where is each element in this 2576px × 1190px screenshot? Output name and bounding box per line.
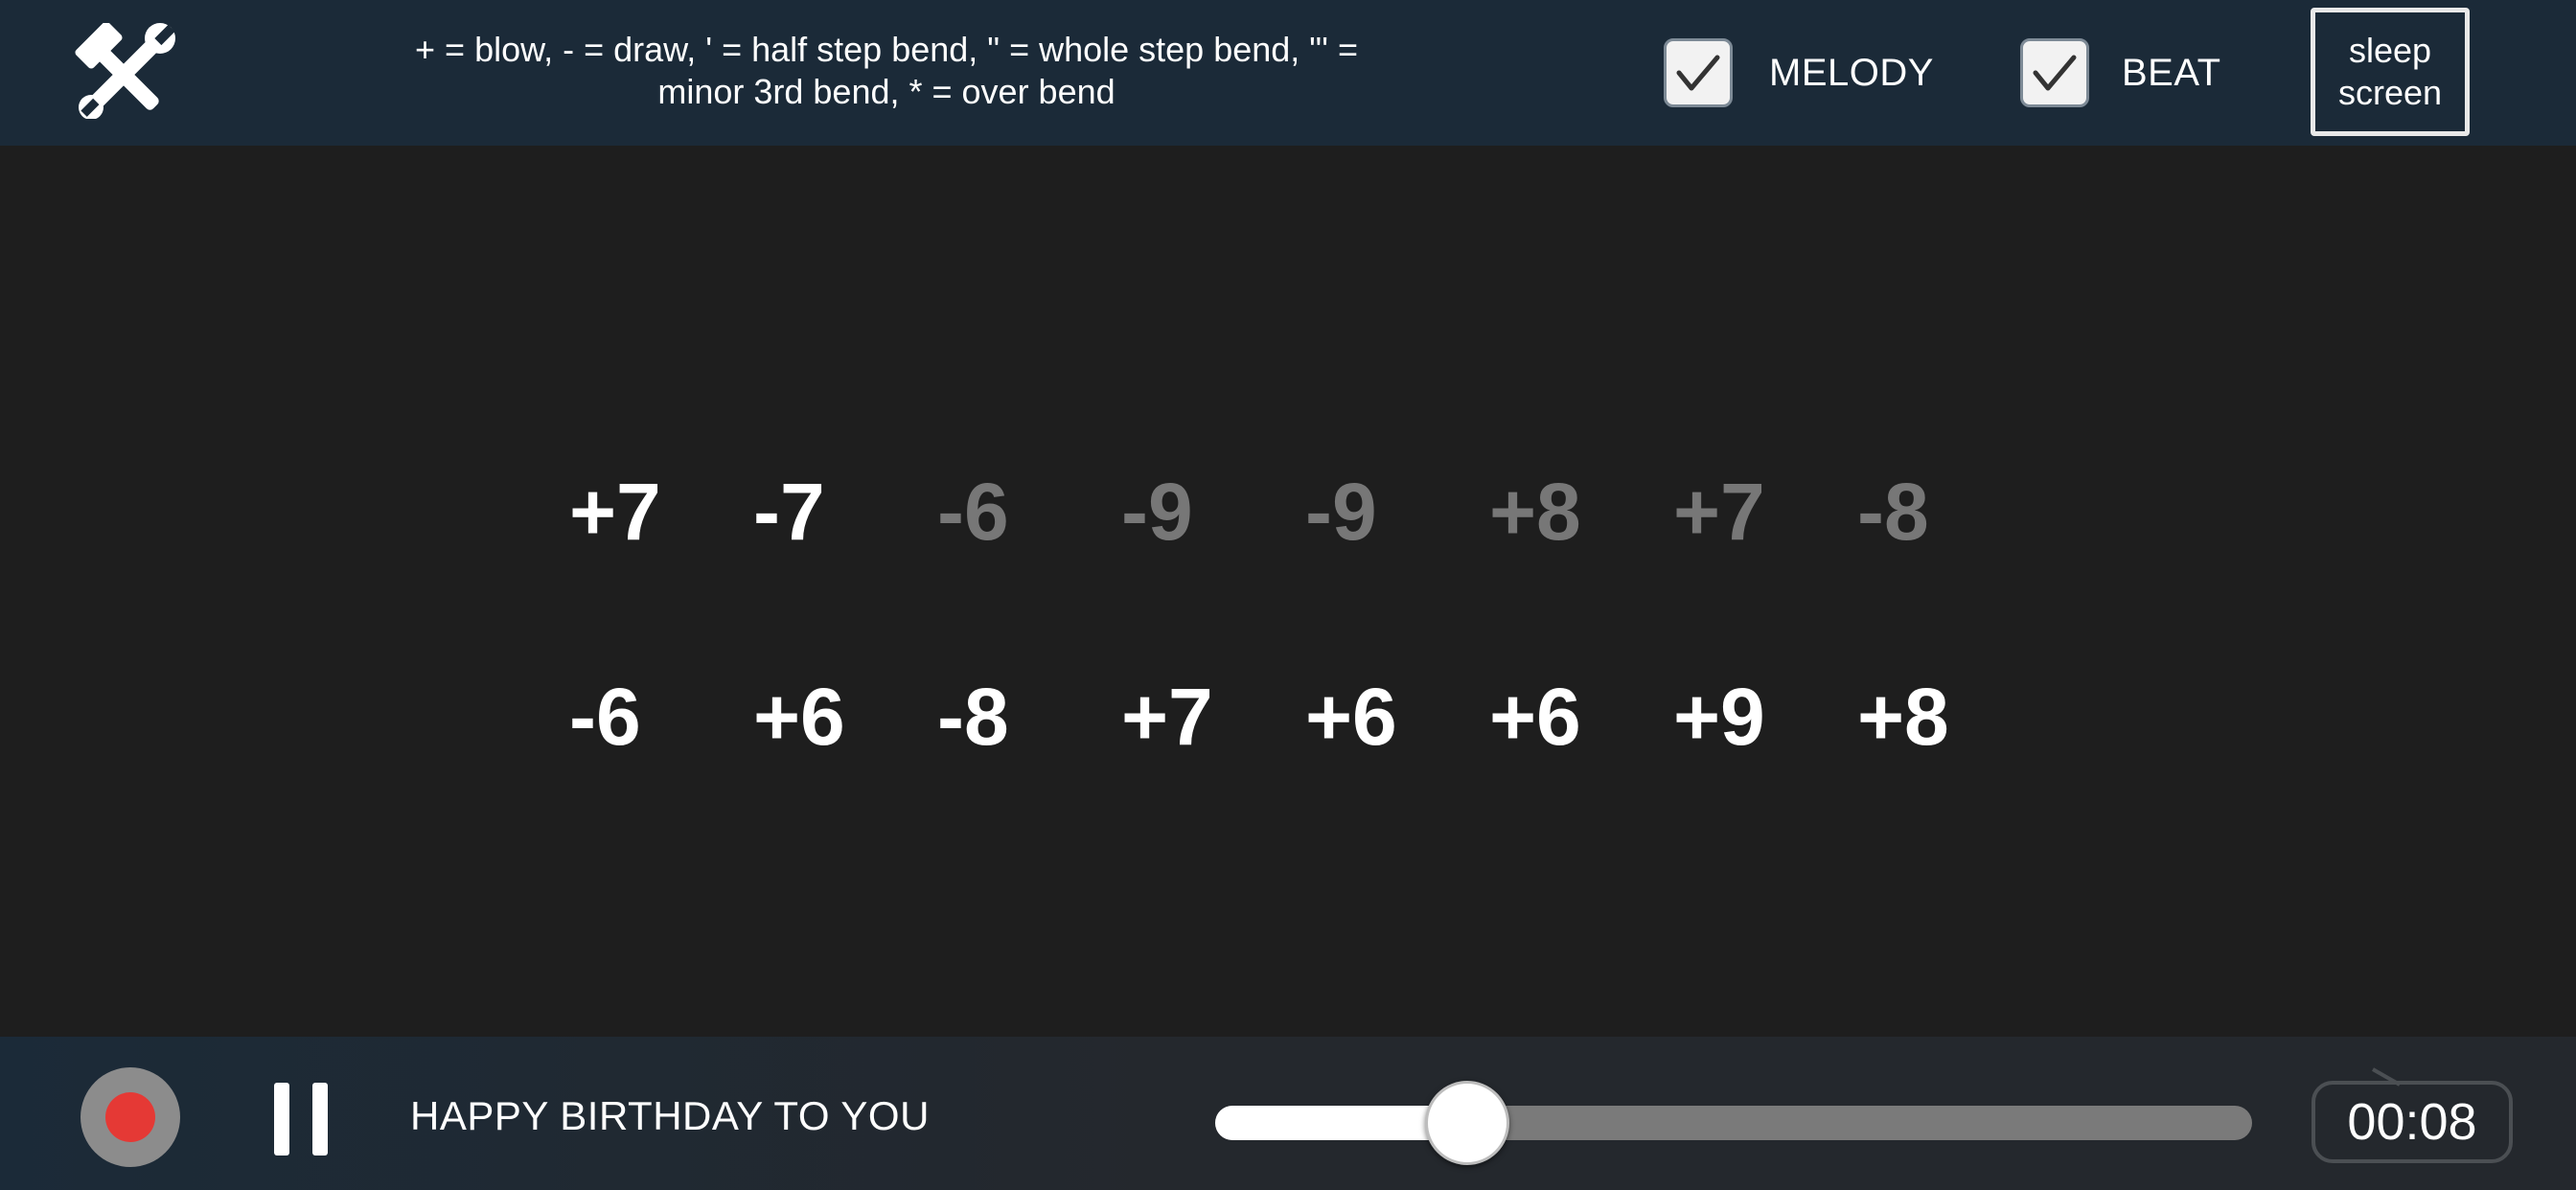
progress-slider[interactable] xyxy=(1215,1081,2252,1165)
melody-toggle[interactable]: MELODY xyxy=(1664,34,1934,111)
pause-button[interactable] xyxy=(274,1083,328,1156)
checkmark-icon xyxy=(2033,55,2077,91)
song-title: HAPPY BIRTHDAY TO YOU xyxy=(410,1093,930,1138)
record-icon xyxy=(105,1092,155,1142)
checkmark-icon xyxy=(1676,55,1720,91)
hammer-wrench-icon xyxy=(75,23,175,119)
tab-note: -8 xyxy=(1857,467,1929,557)
tab-note: +7 xyxy=(569,467,661,557)
tab-note: +8 xyxy=(1857,672,1949,762)
tab-note: -6 xyxy=(569,672,641,762)
beat-label: BEAT xyxy=(2122,51,2221,94)
sleep-screen-button[interactable]: sleep screen xyxy=(2311,8,2470,136)
melody-label: MELODY xyxy=(1769,51,1934,94)
tools-button[interactable] xyxy=(59,17,192,125)
record-button[interactable] xyxy=(80,1067,180,1167)
notation-legend: + = blow, - = draw, ' = half step bend, … xyxy=(364,29,1409,113)
legend-line-1: + = blow, - = draw, ' = half step bend, … xyxy=(415,30,1358,69)
sleep-button-line-2: screen xyxy=(2337,73,2443,112)
tab-note: +6 xyxy=(1305,672,1397,762)
top-toolbar: + = blow, - = draw, ' = half step bend, … xyxy=(0,0,2576,146)
tab-row-2: -6 +6 -8 +7 +6 +6 +9 +8 xyxy=(0,659,2576,774)
tab-note: -7 xyxy=(753,467,825,557)
tab-row-1: +7 -7 -6 -9 -9 +8 +7 -8 xyxy=(0,454,2576,569)
tab-note: +6 xyxy=(1489,672,1581,762)
slider-thumb[interactable] xyxy=(1424,1081,1509,1165)
tab-note: +6 xyxy=(753,672,845,762)
tab-note: -9 xyxy=(1305,467,1377,557)
legend-line-2: minor 3rd bend, * = over bend xyxy=(657,72,1116,111)
tab-note: -9 xyxy=(1121,467,1193,557)
pause-icon-bar xyxy=(312,1083,328,1156)
tab-note: +7 xyxy=(1121,672,1213,762)
melody-checkbox[interactable] xyxy=(1664,38,1733,107)
tab-note: +7 xyxy=(1673,467,1765,557)
tab-note: +9 xyxy=(1673,672,1765,762)
sleep-button-line-1: sleep xyxy=(2348,31,2432,70)
tab-note: -6 xyxy=(937,467,1009,557)
tab-note: -8 xyxy=(937,672,1009,762)
pause-icon xyxy=(274,1083,289,1156)
elapsed-timer: 00:08 xyxy=(2308,1062,2518,1165)
beat-checkbox[interactable] xyxy=(2020,38,2089,107)
timer-text: 00:08 xyxy=(2347,1093,2477,1151)
beat-toggle[interactable]: BEAT xyxy=(2020,34,2221,111)
tab-note: +8 xyxy=(1489,467,1581,557)
tab-display: +7 -7 -6 -9 -9 +8 +7 -8 -6 +6 -8 +7 +6 +6 +9 +8 xyxy=(0,146,2576,1037)
player-bar: HAPPY BIRTHDAY TO YOU 00:08 xyxy=(0,1037,2576,1190)
